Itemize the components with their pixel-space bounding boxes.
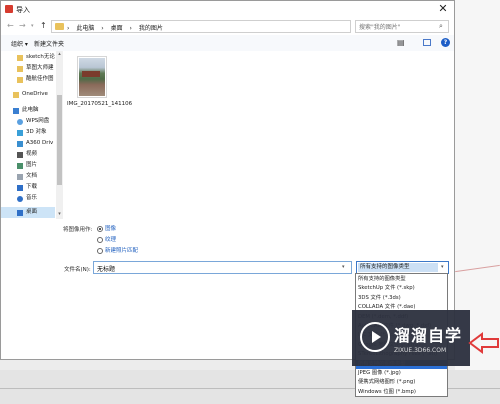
sidebar-item-drafts[interactable]: 草图大师建 — [1, 63, 55, 74]
sidebar-item-desktop[interactable]: 桌面 — [1, 207, 55, 218]
sidebar-item-wps[interactable]: WPS网盘 — [1, 116, 55, 127]
use-image-as-label: 将图像用作: — [63, 227, 93, 233]
desktop-icon — [17, 210, 23, 216]
radio-checked-icon[interactable] — [97, 225, 103, 232]
computer-icon — [13, 108, 19, 114]
video-icon — [17, 152, 23, 158]
file-list: IMG_20170521_141106 — [63, 51, 454, 219]
breadcrumb-sep-icon: › — [67, 25, 70, 32]
app-icon — [5, 5, 13, 13]
folder-icon — [17, 55, 23, 61]
arrow-shape — [468, 332, 499, 354]
title-bar: 导入 ✕ — [1, 1, 454, 17]
scroll-up-icon[interactable]: ▴ — [56, 51, 63, 58]
watermark-text: 溜溜自学 — [394, 326, 463, 345]
new-folder-button[interactable]: 新建文件夹 — [34, 39, 64, 48]
radio-image[interactable]: 图像 — [97, 224, 116, 232]
search-icon[interactable]: ⌕ — [439, 22, 443, 31]
search-box[interactable]: ⌕ — [355, 20, 449, 33]
scrollbar-thumb[interactable] — [57, 95, 62, 185]
sidebar-item-works[interactable]: 酷航佳作图 — [1, 74, 55, 85]
sidebar-item-videos[interactable]: 视频 — [1, 149, 55, 160]
cloud-icon — [17, 119, 23, 125]
dialog-title: 导入 — [16, 6, 30, 14]
file-type-option[interactable]: 所有支持的图像类型 — [356, 275, 447, 284]
breadcrumb-sep-icon: › — [129, 25, 132, 32]
file-type-option[interactable]: Windows 位图 (*.bmp) — [356, 388, 447, 396]
file-type-selected[interactable]: 所有支持的图像类型 — [358, 263, 438, 272]
sidebar-item-music[interactable]: 音乐 — [1, 193, 55, 204]
sidebar-item-downloads[interactable]: 下载 — [1, 182, 55, 193]
pictures-icon — [17, 163, 23, 169]
folder-icon — [17, 66, 23, 72]
organize-button[interactable]: 组织 ▾ — [11, 39, 28, 48]
view-options-icon[interactable]: ▤ — [397, 38, 405, 47]
radio-texture[interactable]: 纹理 — [97, 235, 116, 243]
file-type-option[interactable]: SketchUp 文件 (*.skp) — [356, 284, 447, 293]
watermark-url: ZIXUE.3D66.COM — [394, 347, 447, 354]
chevron-down-icon[interactable]: ▾ — [441, 264, 444, 270]
breadcrumb-sep-icon: › — [101, 25, 104, 32]
sidebar-item-3d-objects[interactable]: 3D 对象 — [1, 127, 55, 138]
search-input[interactable] — [359, 22, 435, 32]
folder-icon — [17, 77, 23, 83]
sidebar-item-a360[interactable]: A360 Driv — [1, 138, 55, 149]
sidebar-item-pictures[interactable]: 图片 — [1, 160, 55, 171]
sidebar-item-sketch[interactable]: sketch无论 — [1, 52, 55, 63]
documents-icon — [17, 174, 23, 180]
preview-pane-icon[interactable] — [423, 39, 431, 46]
back-arrow-icon[interactable]: ← — [7, 21, 14, 30]
file-type-option[interactable]: 3DS 文件 (*.3ds) — [356, 294, 447, 303]
play-icon — [372, 331, 381, 343]
a360-icon — [17, 141, 23, 147]
forward-arrow-icon[interactable]: → — [19, 21, 26, 30]
breadcrumb-item-pictures[interactable]: 我的图片 — [139, 25, 163, 32]
breadcrumb: › 此电脑 › 桌面 › 我的图片 — [67, 23, 168, 32]
file-name[interactable]: IMG_20170521_141106 — [67, 101, 132, 108]
file-thumbnail[interactable] — [77, 56, 107, 98]
photo-image — [79, 58, 105, 96]
breadcrumb-item-this-pc[interactable]: 此电脑 — [76, 25, 94, 32]
folder-icon — [55, 23, 64, 30]
up-arrow-icon[interactable]: ↑ — [40, 21, 47, 30]
close-button[interactable]: ✕ — [433, 2, 453, 16]
radio-unchecked-icon[interactable] — [97, 236, 103, 243]
breadcrumb-item-desktop[interactable]: 桌面 — [111, 25, 123, 32]
download-icon — [17, 185, 23, 191]
scroll-down-icon[interactable]: ▾ — [56, 211, 63, 219]
recent-dropdown-icon[interactable]: ▾ — [31, 23, 34, 29]
help-icon[interactable]: ? — [441, 38, 450, 47]
toolbar: 组织 ▾ 新建文件夹 ▤ ? — [1, 35, 454, 51]
address-bar[interactable]: › 此电脑 › 桌面 › 我的图片 ⌄ ↻ — [51, 20, 398, 33]
radio-new-photo-match[interactable]: 新建照片匹配 — [97, 246, 138, 254]
3d-objects-icon — [17, 130, 23, 136]
watermark: 溜溜自学 ZIXUE.3D66.COM — [352, 310, 470, 366]
sidebar-item-documents[interactable]: 文档 — [1, 171, 55, 182]
photo-detail — [82, 71, 100, 77]
chevron-down-icon[interactable]: ▾ — [342, 264, 345, 270]
sidebar-scrollbar[interactable]: ▴ ▾ — [56, 51, 63, 219]
file-type-option[interactable]: 便携式网络图形 (*.png) — [356, 378, 447, 387]
address-row: ← → ▾ ↑ › 此电脑 › 桌面 › 我的图片 ⌄ ↻ ⌕ — [1, 17, 454, 35]
sidebar-item-this-pc[interactable]: 此电脑 — [1, 105, 55, 116]
filename-label: 文件名(N): — [64, 267, 91, 273]
music-icon — [17, 196, 23, 202]
sidebar-item-onedrive[interactable]: OneDrive — [1, 89, 55, 100]
onedrive-icon — [13, 92, 19, 98]
filename-input[interactable] — [97, 263, 337, 273]
radio-unchecked-icon[interactable] — [97, 247, 103, 254]
navigation-pane: sketch无论 草图大师建 酷航佳作图 OneDrive 此电脑 WPS网盘 … — [1, 51, 63, 219]
filename-combo[interactable]: ▾ — [93, 261, 352, 274]
pointer-arrow-icon — [468, 332, 499, 354]
file-type-option[interactable]: JPEG 图像 (*.jpg) — [356, 369, 447, 378]
